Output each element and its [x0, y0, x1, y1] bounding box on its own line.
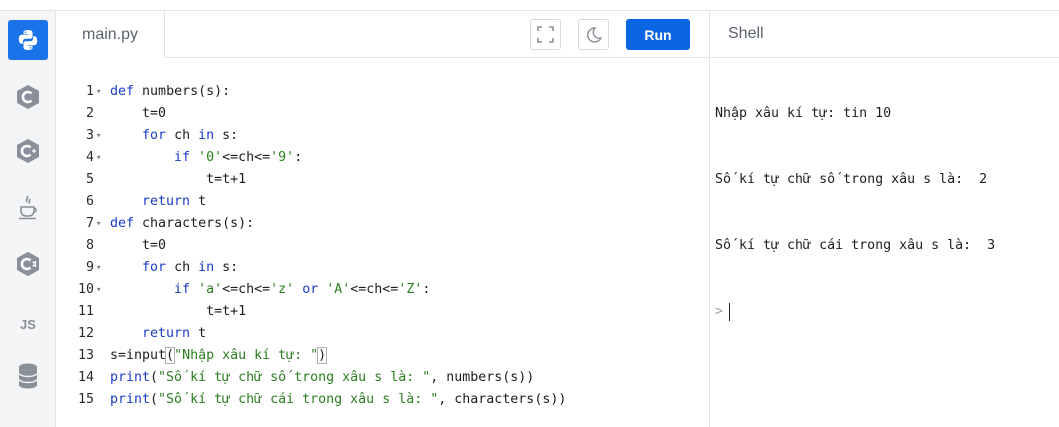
shell-header: Shell: [711, 11, 1059, 58]
editor-header: main.py Run: [56, 11, 710, 58]
shell-prompt-line[interactable]: >: [715, 301, 995, 323]
file-tab[interactable]: main.py: [56, 11, 165, 58]
fullscreen-icon: [537, 26, 554, 43]
code-line: 1 ▾ def numbers(s):: [56, 59, 710, 99]
code-line: 8 t=0: [56, 213, 710, 253]
c-icon[interactable]: [8, 77, 48, 117]
code-line: 15 print("Số kí tự chữ cái trong xâu s là…: [56, 367, 710, 407]
code-line: 14 print("Số kí tự chữ số trong xâu s là:…: [56, 345, 710, 385]
code-line: 5 t=t+1: [56, 147, 710, 187]
python-icon[interactable]: [8, 20, 48, 60]
cpp-icon[interactable]: [8, 131, 48, 171]
js-label: JS: [20, 316, 36, 332]
language-sidebar: JS: [0, 11, 56, 427]
moon-icon: [586, 26, 602, 43]
file-tab-label: main.py: [81, 25, 139, 43]
shell-output-line: Số kí tự chữ số trong xâu s là: 2: [715, 172, 988, 187]
csharp-icon[interactable]: [8, 244, 48, 284]
code-line: 2 t=0: [56, 81, 710, 121]
shell-panel: Shell Nhập xâu kí tự: tin 10 Số kí tự ch…: [711, 11, 1059, 427]
fullscreen-button[interactable]: [530, 19, 561, 50]
code-line: 12 return t: [56, 301, 710, 341]
prompt-icon: >: [715, 304, 724, 319]
js-icon[interactable]: JS: [8, 304, 48, 344]
run-button[interactable]: Run: [626, 19, 690, 50]
code-line: 7 ▾ def characters(s):: [56, 191, 710, 231]
shell-title: Shell: [728, 25, 764, 42]
shell-output[interactable]: Nhập xâu kí tự: tin 10 Số kí tự chữ số t…: [715, 59, 995, 367]
code-editor-panel: main.py Run 1 ▾ def numbers(s): 2 t=0 3 ▾ f…: [56, 11, 710, 427]
code-line: 6 return t: [56, 169, 710, 209]
line-number: 15: [77, 392, 94, 407]
shell-cursor: [729, 303, 731, 321]
java-icon[interactable]: [8, 187, 48, 227]
theme-toggle-button[interactable]: [578, 19, 609, 50]
code-line: 3 ▾ for ch in s:: [56, 103, 710, 143]
shell-output-line: Số kí tự chữ cái trong xâu s là: 3: [715, 238, 996, 253]
code-line: 10 ▾ if 'a'<=ch<='z' or 'A'<=ch<='Z':: [56, 257, 710, 297]
top-bar: [0, 0, 1059, 11]
code-line: 13 s=input("Nhập xâu kí tự: "): [56, 323, 710, 364]
code-line: 4 ▾ if '0'<=ch<='9':: [56, 125, 710, 165]
shell-output-line: Nhập xâu kí tự: tin 10: [715, 106, 892, 121]
code-line: 11 t=t+1: [56, 279, 710, 319]
code-line: 9 ▾ for ch in s:: [56, 235, 710, 275]
database-icon[interactable]: [8, 356, 48, 396]
